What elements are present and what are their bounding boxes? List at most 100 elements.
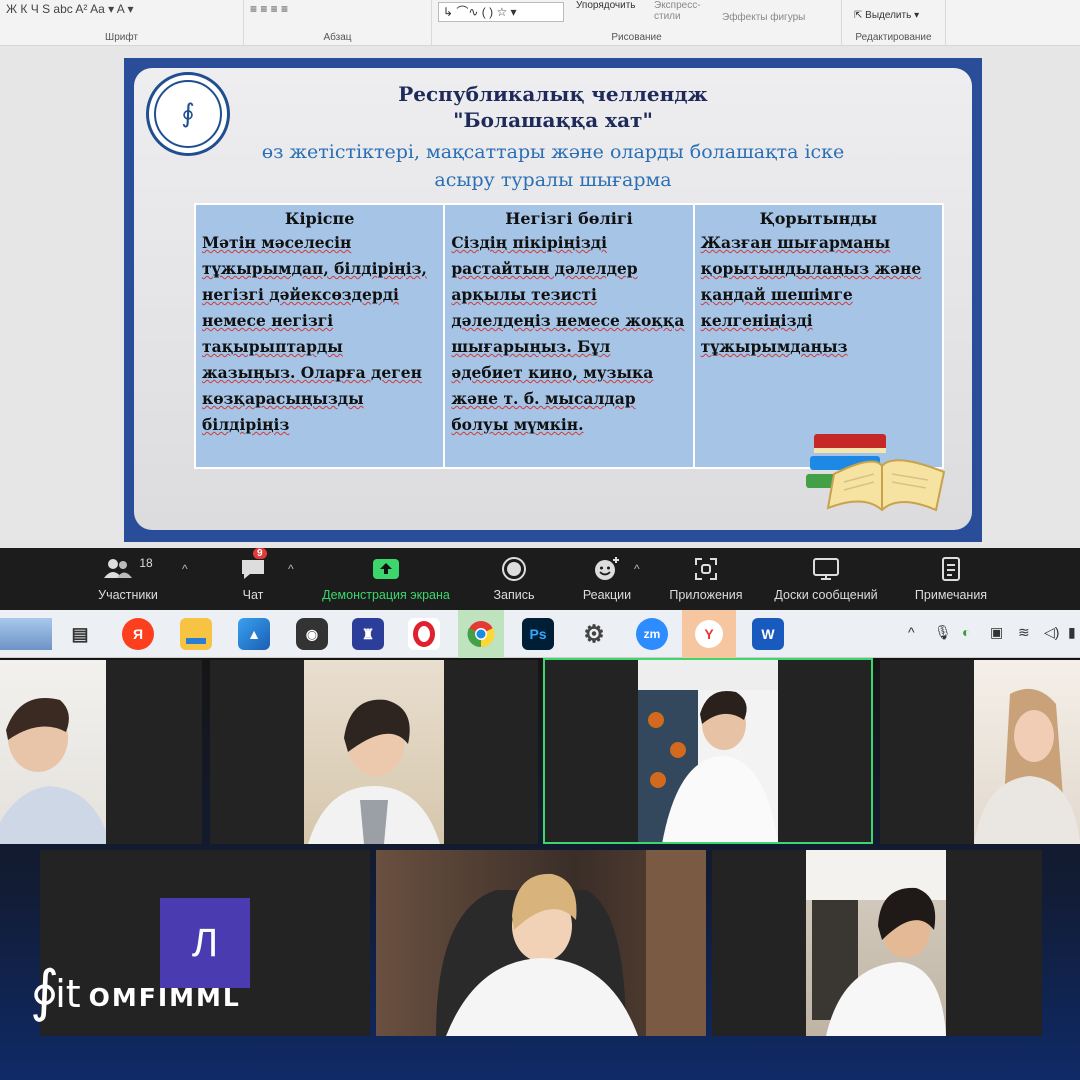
yandex-icon[interactable]: Я xyxy=(122,618,154,650)
participant-figure xyxy=(806,850,946,1036)
windows-taskbar: ▤ Я ▲ ◉ ♜ Ps ⚙ zm Y W ^ 🎙 ◐ ▣ ≋ ◁) ▮ xyxy=(0,610,1080,658)
paragraph-tools[interactable]: ≡ ≡ ≡ ≡ xyxy=(250,2,288,16)
font-group: Ж К Ч S abc A² Aa ▾ A ▾ Шрифт xyxy=(0,0,244,46)
reactions-caret-icon[interactable]: ^ xyxy=(634,562,640,576)
participants-caret-icon[interactable]: ^ xyxy=(182,562,188,576)
record-button[interactable]: Запись xyxy=(484,552,544,602)
column-heading: Кіріспе xyxy=(284,209,355,228)
video-tile[interactable] xyxy=(210,660,538,844)
font-tools[interactable]: Ж К Ч S abc A² Aa ▾ A ▾ xyxy=(6,2,134,16)
arrange-button[interactable]: Упорядочить xyxy=(576,0,636,11)
shape-effects-button[interactable]: Эффекты фигуры xyxy=(722,12,805,23)
volume-icon[interactable]: ◁) xyxy=(1044,624,1059,641)
microphone-icon[interactable]: 🎙 xyxy=(934,624,952,641)
video-tile[interactable] xyxy=(880,660,1080,844)
apps-button[interactable]: Приложения xyxy=(660,552,752,602)
app-shield-icon[interactable]: ◉ xyxy=(296,618,328,650)
zoom-toolbar: 18 Участники ^ 9 Чат ^ Демонстрация экра… xyxy=(0,548,1080,610)
notes-button[interactable]: Примечания xyxy=(906,552,996,602)
column-body: Негізгі бөлігі Сіздің пікіріңізді растай… xyxy=(445,205,695,467)
logo-name: OMFIMML xyxy=(88,983,241,1012)
slide-title-line2: "Болашаққа хат" xyxy=(453,108,653,132)
task-view-icon[interactable]: ▤ xyxy=(64,618,96,650)
whiteboards-label: Доски сообщений xyxy=(774,588,878,602)
participants-label: Участники xyxy=(98,588,158,602)
file-explorer-icon[interactable] xyxy=(180,618,212,650)
participants-count: 18 xyxy=(139,556,153,570)
chat-button[interactable]: 9 Чат xyxy=(233,548,273,602)
yandex-browser-glyph: Y xyxy=(695,620,723,648)
word-icon[interactable]: W xyxy=(752,618,784,650)
participants-button[interactable]: 18 Участники xyxy=(88,552,168,602)
column-text: Мәтін мәселесін тұжырымдап, білдіріңіз, … xyxy=(202,233,427,434)
whiteboard-icon xyxy=(813,558,839,580)
slide[interactable]: ∮ Республикалық челлендж "Болашаққа хат"… xyxy=(124,58,982,542)
slide-subtitle: өз жетістіктері, мақсаттары және оларды … xyxy=(261,141,845,191)
font-group-label: Шрифт xyxy=(105,32,138,43)
share-screen-button[interactable]: Демонстрация экрана xyxy=(312,552,460,602)
wifi-icon[interactable]: ≋ xyxy=(1018,624,1030,641)
logo-it: it xyxy=(55,972,81,1016)
participant-figure xyxy=(0,698,106,844)
video-tile[interactable] xyxy=(376,850,706,1036)
photos-icon[interactable]: ▲ xyxy=(238,618,270,650)
apps-label: Приложения xyxy=(669,588,743,602)
tray-display-icon[interactable]: ▣ xyxy=(990,624,1003,641)
share-screen-label: Демонстрация экрана xyxy=(322,588,450,602)
drawing-group: ↳ ⌒∿ ( ) ☆ ▾ Упорядочить Экспресс-стили … xyxy=(432,0,842,46)
reactions-label: Реакции xyxy=(582,588,632,602)
camera-feed xyxy=(806,850,946,1036)
zoom-icon[interactable]: zm xyxy=(636,618,668,650)
books-illustration xyxy=(806,434,946,512)
reactions-button[interactable]: Реакции xyxy=(574,552,640,602)
camera-feed xyxy=(376,850,706,1036)
column-text: Сіздің пікіріңізді растайтын дәлелдер ар… xyxy=(451,233,685,434)
yandex-browser-icon[interactable]: Y xyxy=(682,610,736,658)
shapes-gallery[interactable]: ↳ ⌒∿ ( ) ☆ ▾ xyxy=(438,2,564,22)
photoshop-icon[interactable]: Ps xyxy=(522,618,554,650)
quick-styles-button[interactable]: Экспресс-стили xyxy=(654,0,714,22)
record-icon xyxy=(502,557,526,581)
slide-canvas: ∮ Республикалық челлендж "Болашаққа хат"… xyxy=(0,46,1080,548)
battery-icon[interactable]: ▮ xyxy=(1068,624,1076,641)
whiteboards-button[interactable]: Доски сообщений xyxy=(764,552,888,602)
chrome-logo xyxy=(467,621,495,648)
editing-group: ⇱ Выделить ▾ Редактирование xyxy=(842,0,946,46)
paragraph-group: ≡ ≡ ≡ ≡ Абзац xyxy=(244,0,432,46)
column-heading: Қорытынды xyxy=(759,209,878,228)
slide-title-line1: Республикалық челлендж xyxy=(398,82,708,106)
camera-feed xyxy=(0,660,106,844)
participant-figure xyxy=(308,699,440,844)
paragraph-group-label: Абзац xyxy=(323,32,352,43)
camera-feed xyxy=(304,660,444,844)
share-screen-icon xyxy=(373,559,399,579)
tray-overflow-icon[interactable]: ^ xyxy=(908,624,915,640)
chrome-icon[interactable] xyxy=(458,610,504,658)
opera-icon[interactable] xyxy=(408,618,440,650)
widgets-icon[interactable] xyxy=(0,618,52,650)
app-crest-icon[interactable]: ♜ xyxy=(352,618,384,650)
settings-icon[interactable]: ⚙ xyxy=(578,618,610,650)
chat-badge: 9 xyxy=(253,548,267,559)
notes-icon xyxy=(942,557,960,581)
drawing-group-label: Рисование xyxy=(611,32,662,43)
video-tile[interactable] xyxy=(0,660,202,844)
participants-icon xyxy=(104,559,133,578)
participant-figure xyxy=(638,660,778,842)
chat-label: Чат xyxy=(242,588,264,602)
select-button[interactable]: ⇱ Выделить ▾ xyxy=(854,10,919,21)
notes-label: Примечания xyxy=(914,588,988,602)
select-label: Выделить xyxy=(865,10,912,21)
editing-group-label: Редактирование xyxy=(855,32,932,43)
video-tile-active-speaker[interactable] xyxy=(543,658,873,844)
ppt-ribbon: Ж К Ч S abc A² Aa ▾ A ▾ Шрифт ≡ ≡ ≡ ≡ Аб… xyxy=(0,0,1080,46)
cursor-icon: ⇱ xyxy=(854,10,866,21)
tray-app-icon[interactable]: ◐ xyxy=(962,624,970,640)
omfimml-logo: ∮ it OMFIMML xyxy=(30,962,241,1022)
chat-icon xyxy=(242,560,264,579)
participant-figure xyxy=(436,850,706,1036)
video-tile[interactable] xyxy=(712,850,1042,1036)
chat-caret-icon[interactable]: ^ xyxy=(288,562,294,576)
camera-feed xyxy=(638,660,778,842)
column-text: Жазған шығарманы қорытындылаңыз және қан… xyxy=(700,233,922,356)
